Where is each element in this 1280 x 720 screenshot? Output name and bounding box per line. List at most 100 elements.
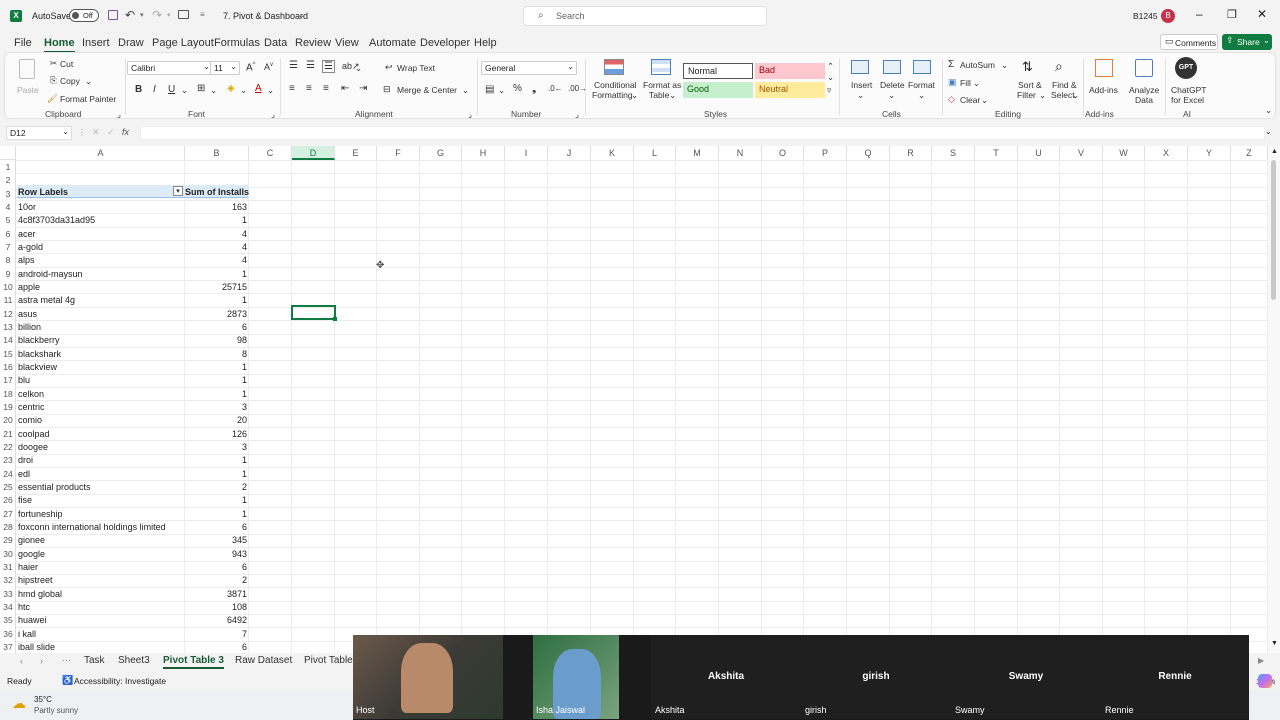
row-number[interactable]: 31: [0, 562, 16, 572]
pivot-row-value[interactable]: 345: [185, 535, 247, 545]
pivot-row-label[interactable]: iball slide: [18, 642, 55, 652]
increase-decimal-icon[interactable]: .0←: [548, 84, 563, 93]
sheets-more-icon[interactable]: ⋯: [62, 655, 71, 666]
pivot-row-value[interactable]: 6: [185, 562, 247, 572]
pivot-row-label[interactable]: blackberry: [18, 335, 60, 345]
name-box[interactable]: D12 ⌄: [6, 126, 72, 140]
conditional-formatting-button[interactable]: Conditional Formatting ⌄: [591, 57, 639, 105]
selected-cell-d12[interactable]: [291, 305, 336, 320]
column-header[interactable]: V: [1060, 146, 1103, 160]
borders-dropdown-icon[interactable]: ⌄: [210, 85, 217, 96]
tab-automate[interactable]: Automate: [369, 37, 416, 49]
decrease-indent-icon[interactable]: ⇤: [341, 83, 349, 94]
autosum-dropdown-icon[interactable]: ⌄: [1001, 60, 1008, 71]
style-neutral[interactable]: Neutral: [755, 82, 825, 98]
pivot-row-label[interactable]: droi: [18, 455, 33, 465]
insert-function-icon[interactable]: fx: [122, 127, 129, 137]
column-header[interactable]: N: [719, 146, 762, 160]
pivot-row-value[interactable]: 4: [185, 229, 247, 239]
orientation-dropdown-icon[interactable]: ⌄: [355, 63, 362, 74]
pivot-row-value[interactable]: 8: [185, 349, 247, 359]
format-painter-label[interactable]: Format Painter: [60, 94, 116, 104]
row-number[interactable]: 4: [0, 202, 16, 212]
row-number[interactable]: 35: [0, 615, 16, 625]
row-number[interactable]: 8: [0, 255, 16, 265]
row-number[interactable]: 3: [0, 189, 16, 199]
style-good[interactable]: Good: [683, 82, 753, 98]
sheet-tab-pivot-table-3[interactable]: Pivot Table 3: [163, 655, 224, 669]
autosum-icon[interactable]: Σ: [948, 59, 954, 70]
pivot-row-value[interactable]: 2873: [185, 309, 247, 319]
video-tile-swamy[interactable]: Swamy Swamy: [951, 635, 1101, 719]
column-header[interactable]: J: [548, 146, 591, 160]
pivot-row-value[interactable]: 108: [185, 602, 247, 612]
format-as-table-button[interactable]: Format as Table ⌄: [641, 57, 681, 105]
wrap-text-icon[interactable]: ↩: [385, 62, 393, 73]
pivot-row-label[interactable]: huawei: [18, 615, 47, 625]
number-launcher-icon[interactable]: ⌟: [575, 109, 579, 120]
pivot-row-value[interactable]: 4: [185, 255, 247, 265]
pivot-row-label[interactable]: celkon: [18, 389, 44, 399]
pivot-row-value[interactable]: 3871: [185, 589, 247, 599]
sheet-tab-task[interactable]: Task: [84, 655, 105, 666]
increase-indent-icon[interactable]: ⇥: [359, 83, 367, 94]
column-header[interactable]: G: [420, 146, 462, 160]
column-header[interactable]: M: [676, 146, 719, 160]
pivot-row-label[interactable]: google: [18, 549, 45, 559]
wrap-text-label[interactable]: Wrap Text: [397, 63, 435, 73]
accessibility-status[interactable]: Accessibility: Investigate: [74, 676, 166, 686]
pivot-row-label[interactable]: a-gold: [18, 242, 43, 252]
scroll-up-icon[interactable]: ▲: [1271, 148, 1278, 155]
tab-draw[interactable]: Draw: [118, 37, 144, 49]
hscroll-right-icon[interactable]: ▶: [1258, 656, 1264, 665]
redo-dropdown-icon[interactable]: ▾: [167, 11, 171, 19]
row-number[interactable]: 14: [0, 335, 16, 345]
row-number[interactable]: 15: [0, 349, 16, 359]
pivot-row-label[interactable]: htc: [18, 602, 30, 612]
pivot-row-label[interactable]: fortuneship: [18, 509, 63, 519]
pivot-row-value[interactable]: 1: [185, 455, 247, 465]
customize-toolbar-icon[interactable]: ≡: [200, 10, 205, 19]
pivot-row-label[interactable]: astra metal 4g: [18, 295, 75, 305]
pivot-row-label[interactable]: blackshark: [18, 349, 61, 359]
column-header[interactable]: B: [185, 146, 249, 160]
increase-font-icon[interactable]: A^: [246, 62, 256, 73]
prev-sheet-icon[interactable]: ‹: [20, 656, 23, 666]
pivot-row-label[interactable]: asus: [18, 309, 37, 319]
row-number[interactable]: 16: [0, 362, 16, 372]
pivot-row-value[interactable]: 20: [185, 415, 247, 425]
sheet-tab-pivot-table[interactable]: Pivot Table: [304, 655, 353, 666]
comments-button[interactable]: ▭ Comments: [1160, 34, 1218, 50]
pivot-row-value[interactable]: 1: [185, 509, 247, 519]
tab-review[interactable]: Review: [295, 37, 331, 49]
analyze-data-button[interactable]: Analyze Data: [1125, 57, 1163, 105]
column-header[interactable]: Z: [1231, 146, 1268, 160]
column-header[interactable]: U: [1018, 146, 1060, 160]
share-button[interactable]: ⇪ Share ⌄: [1222, 34, 1272, 50]
tab-view[interactable]: View: [335, 37, 359, 49]
font-name-select[interactable]: Calibri ⌄: [127, 61, 213, 75]
format-painter-icon[interactable]: 🖌: [47, 93, 58, 104]
align-middle-icon[interactable]: ☰: [306, 60, 315, 71]
tab-home[interactable]: Home: [44, 37, 75, 53]
video-tile-girish[interactable]: girish girish: [801, 635, 951, 719]
pivot-row-label[interactable]: android-maysun: [18, 269, 83, 279]
clipboard-launcher-icon[interactable]: ⌟: [117, 109, 121, 120]
row-number[interactable]: 25: [0, 482, 16, 492]
pivot-quick-icon[interactable]: [178, 10, 189, 19]
row-number[interactable]: 5: [0, 215, 16, 225]
font-color-icon[interactable]: A: [255, 83, 262, 94]
bold-icon[interactable]: B: [135, 84, 142, 95]
copilot-icon[interactable]: [1258, 674, 1272, 688]
formula-input[interactable]: [140, 126, 1265, 140]
fill-color-dropdown-icon[interactable]: ⌄: [240, 85, 247, 96]
video-tile-host[interactable]: Host: [353, 635, 503, 719]
pivot-row-label[interactable]: centric: [18, 402, 45, 412]
copy-label[interactable]: Copy: [60, 76, 80, 86]
row-number[interactable]: 11: [0, 295, 16, 305]
pivot-row-label[interactable]: 10or: [18, 202, 36, 212]
pivot-row-value[interactable]: 163: [185, 202, 247, 212]
tab-insert[interactable]: Insert: [82, 37, 110, 49]
pivot-row-value[interactable]: 6: [185, 322, 247, 332]
video-tile-isha[interactable]: Isha Jaiswal: [533, 635, 619, 719]
